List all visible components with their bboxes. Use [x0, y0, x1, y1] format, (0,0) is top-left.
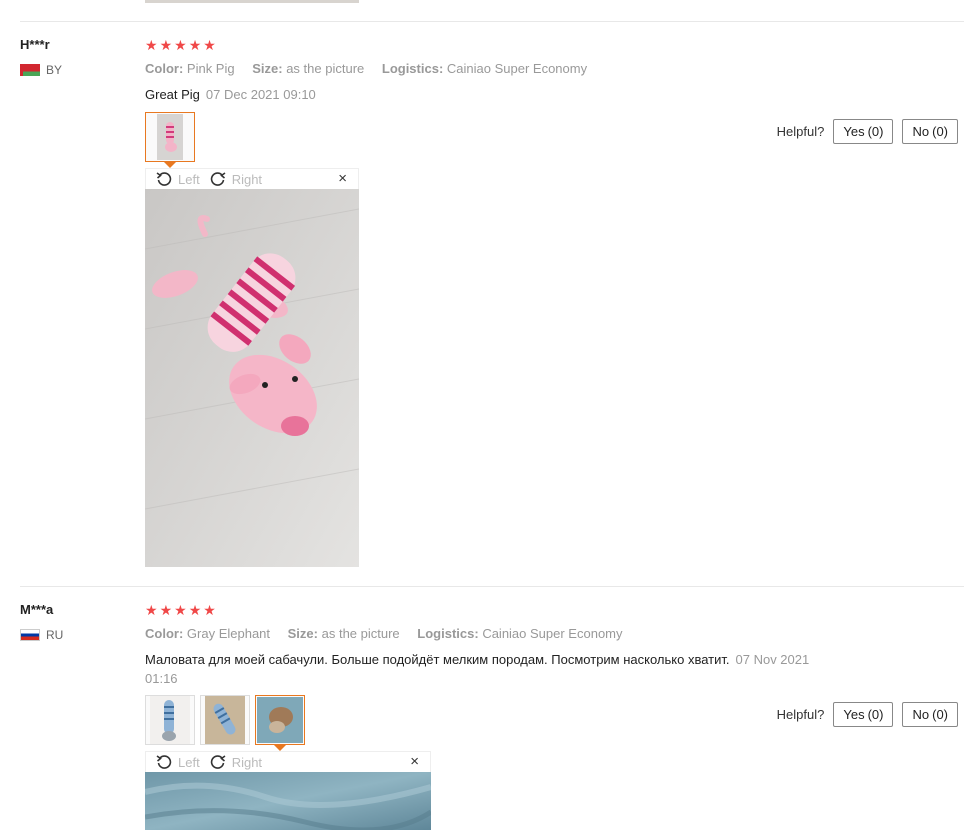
- star-icon: ★: [188, 37, 203, 53]
- russia-flag-icon: [20, 629, 40, 641]
- no-label: No: [912, 124, 930, 139]
- rotate-left-icon: [156, 755, 172, 769]
- review-body: Маловата для моей сабачули. Больше подой…: [145, 652, 730, 667]
- size-value: as the picture: [286, 61, 365, 76]
- pink-pig-toy-image: [145, 189, 359, 567]
- close-icon[interactable]: ×: [410, 753, 419, 770]
- star-icon: ★: [203, 37, 217, 53]
- star-icon: ★: [159, 602, 174, 618]
- rotate-left-button[interactable]: Left: [156, 171, 200, 187]
- photo-thumbnails: [145, 695, 305, 751]
- rotate-left-label: Left: [178, 754, 200, 770]
- helpful-yes-button[interactable]: Yes (0): [833, 119, 894, 144]
- helpful-no-button[interactable]: No (0): [902, 119, 958, 144]
- photo-viewer-toolbar: Left Right ×: [145, 751, 431, 772]
- size-value: as the picture: [321, 626, 400, 641]
- country-code: RU: [46, 628, 64, 642]
- size-label: Size:: [252, 61, 283, 76]
- star-rating: ★ ★ ★ ★ ★: [145, 603, 217, 617]
- star-icon: ★: [203, 602, 217, 618]
- star-icon: ★: [188, 602, 203, 618]
- logistics-value: Cainiao Super Economy: [482, 626, 623, 641]
- rotate-right-icon: [210, 172, 226, 186]
- rotate-right-label: Right: [231, 754, 263, 770]
- product-attributes: Color: Pink Pig Size: as the picture Log…: [145, 61, 601, 76]
- belarus-flag-icon: [20, 64, 40, 76]
- helpful-voting: Helpful? Yes (0) No (0): [777, 702, 958, 727]
- no-label: No: [912, 707, 930, 722]
- rotate-right-button[interactable]: Right: [210, 754, 262, 770]
- review-date: 07 Dec 2021 09:10: [205, 87, 316, 102]
- logistics-value: Cainiao Super Economy: [446, 61, 588, 76]
- no-count: (0): [932, 707, 948, 722]
- photo-thumbnail[interactable]: [145, 112, 195, 168]
- helpful-no-button[interactable]: No (0): [902, 702, 958, 727]
- reviewer-country: BY: [20, 63, 62, 77]
- helpful-yes-button[interactable]: Yes (0): [833, 702, 894, 727]
- photo-thumbnails: [145, 112, 195, 168]
- star-icon: ★: [145, 602, 159, 618]
- rotate-right-icon: [210, 755, 226, 769]
- review-photo: [145, 772, 431, 830]
- helpful-voting: Helpful? Yes (0) No (0): [777, 119, 958, 144]
- elephant-thumbnail-image: [205, 696, 245, 744]
- yes-label: Yes: [843, 124, 865, 139]
- star-rating: ★ ★ ★ ★ ★: [145, 38, 217, 52]
- rotate-left-button[interactable]: Left: [156, 754, 200, 770]
- size-label: Size:: [287, 626, 318, 641]
- review-photo: [145, 189, 359, 567]
- logistics-label: Logistics:: [381, 61, 444, 76]
- star-icon: ★: [174, 602, 188, 618]
- review-divider: [20, 586, 964, 587]
- rotate-right-label: Right: [231, 171, 263, 187]
- logistics-label: Logistics:: [417, 626, 479, 641]
- photo-viewer-toolbar: Left Right ×: [145, 168, 359, 189]
- country-code: BY: [46, 63, 63, 77]
- helpful-label: Helpful?: [776, 124, 825, 139]
- photo-thumbnail[interactable]: [255, 695, 305, 751]
- review-text: Great Pig 07 Dec 2021 09:10: [145, 85, 845, 104]
- star-icon: ★: [174, 37, 188, 53]
- color-value: Gray Elephant: [186, 626, 271, 641]
- pig-thumbnail-image: [157, 114, 183, 160]
- elephant-thumbnail-image: [150, 696, 190, 744]
- previous-photo-edge: [145, 0, 359, 3]
- close-icon[interactable]: ×: [338, 170, 347, 187]
- product-attributes: Color: Gray Elephant Size: as the pictur…: [145, 626, 637, 641]
- rotate-right-button[interactable]: Right: [210, 171, 262, 187]
- yes-label: Yes: [843, 707, 865, 722]
- helpful-label: Helpful?: [776, 707, 825, 722]
- photo-thumbnail[interactable]: [145, 695, 195, 745]
- reviewer-name: M***a: [20, 602, 54, 617]
- reviewer-country: RU: [20, 628, 63, 642]
- dog-thumbnail-image: [257, 697, 303, 743]
- review-divider: [20, 21, 964, 22]
- review-text: Маловата для моей сабачули. Больше подой…: [145, 650, 845, 688]
- blanket-photo-image: [145, 772, 431, 830]
- color-label: Color:: [145, 626, 184, 641]
- rotate-left-icon: [156, 172, 172, 186]
- color-value: Pink Pig: [186, 61, 235, 76]
- color-label: Color:: [145, 61, 184, 76]
- star-icon: ★: [145, 37, 159, 53]
- star-icon: ★: [159, 37, 174, 53]
- rotate-left-label: Left: [178, 171, 200, 187]
- reviewer-name: H***r: [20, 37, 50, 52]
- photo-thumbnail[interactable]: [200, 695, 250, 745]
- no-count: (0): [932, 124, 948, 139]
- yes-count: (0): [867, 124, 884, 139]
- review-body: Great Pig: [145, 87, 200, 102]
- yes-count: (0): [867, 707, 884, 722]
